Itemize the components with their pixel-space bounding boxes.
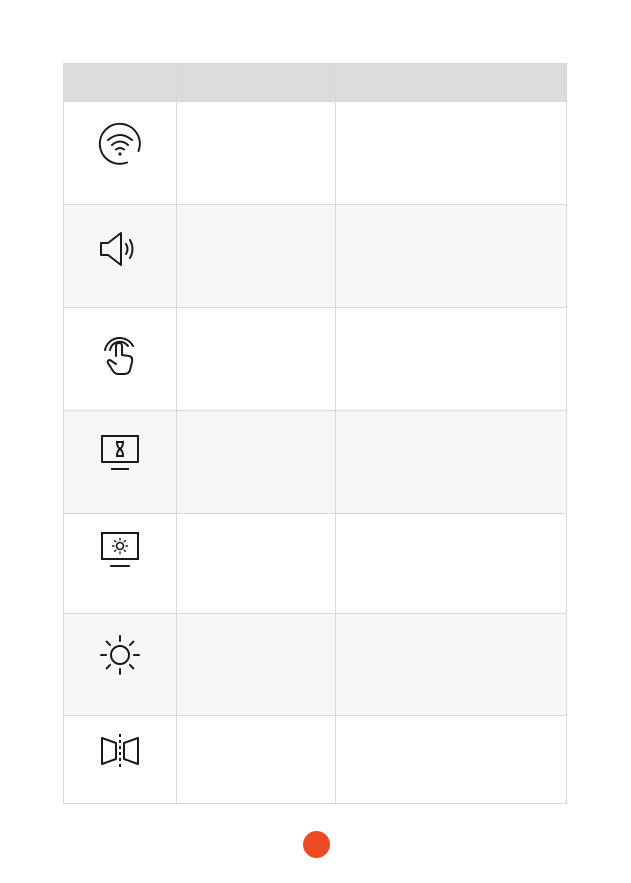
mirror-flip-icon (100, 733, 139, 768)
table-row (63, 513, 568, 615)
row-4-col-2 (177, 411, 335, 423)
table-row (63, 409, 568, 515)
row-5-col-3 (336, 514, 566, 526)
table-header-row (63, 63, 568, 102)
table-row (63, 714, 568, 805)
touch-tap-icon (103, 336, 134, 375)
row-6-col-2 (177, 614, 335, 626)
table-row (63, 306, 568, 411)
table-row (63, 100, 568, 206)
row-3-col-3 (336, 308, 566, 320)
row-1-col-2 (177, 102, 335, 114)
header-cell-1 (63, 63, 177, 102)
brightness-sun-icon (99, 635, 140, 676)
row-1-col-3 (336, 102, 566, 114)
monitor-hourglass-icon (100, 434, 139, 470)
row-6-col-3 (336, 614, 566, 626)
row-2-col-3 (336, 205, 566, 217)
header-cell-2 (175, 63, 336, 102)
wifi-icon (98, 122, 141, 165)
table-row (63, 204, 568, 308)
table-row (63, 613, 568, 716)
feature-table (63, 63, 568, 805)
row-2-col-2 (177, 205, 335, 217)
row-4-col-3 (336, 411, 566, 423)
page-marker-dot (303, 831, 330, 858)
row-7-col-2 (177, 716, 335, 728)
speaker-volume-icon (99, 232, 134, 267)
row-7-col-3 (336, 716, 566, 728)
row-5-col-2 (177, 514, 335, 526)
row-3-col-2 (177, 308, 335, 320)
header-cell-3 (334, 63, 568, 102)
monitor-brightness-icon (100, 532, 139, 568)
